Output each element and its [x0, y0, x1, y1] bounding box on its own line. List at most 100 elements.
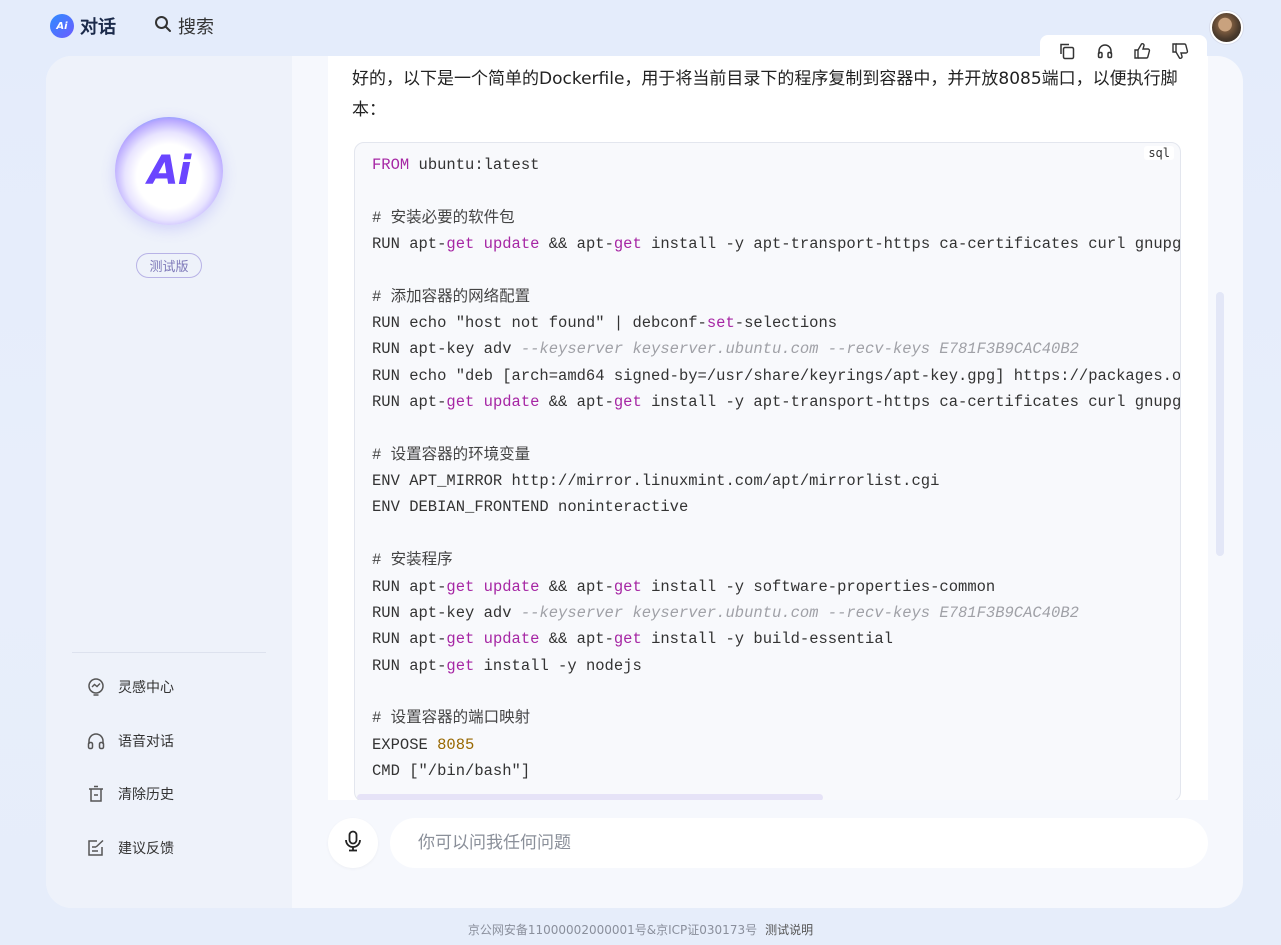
code-token: update: [483, 235, 540, 254]
code-token: # 设置容器的环境变量: [372, 445, 531, 464]
nav-chat-label: 对话: [80, 17, 116, 38]
sidebar-item-clear-history[interactable]: 清除历史: [86, 781, 174, 807]
main-card: Ai 测试版 灵感中心 语音对话 清除历史 建议反馈 好的，以下是一个简单的Do…: [46, 56, 1243, 908]
message-actions: [1040, 35, 1207, 67]
code-line: EXPOSE 8085: [372, 732, 1180, 758]
code-line: CMD ["/bin/bash"]: [372, 758, 1180, 784]
nav-chat[interactable]: Ai 对话: [50, 12, 116, 40]
code-token: -selections: [734, 314, 838, 333]
code-token: get: [613, 630, 642, 649]
search-icon: [154, 15, 172, 37]
code-token: ENV DEBIAN_FRONTEND noninteractive: [372, 498, 689, 517]
code-line: # 安装程序: [372, 547, 1180, 573]
code-token: 8085: [437, 735, 475, 754]
chat-input[interactable]: [390, 818, 1208, 868]
microphone-button[interactable]: [328, 818, 378, 868]
code-token: RUN apt-: [372, 393, 447, 412]
code-token: RUN echo "deb [arch=amd64 signed-by=/usr…: [372, 366, 1181, 385]
code-line: # 设置容器的端口映射: [372, 705, 1180, 731]
code-token: # 安装程序: [372, 551, 453, 570]
vertical-scrollbar[interactable]: [1216, 292, 1224, 556]
code-token: get: [446, 656, 475, 675]
horizontal-scrollbar[interactable]: [357, 794, 823, 800]
copy-icon[interactable]: [1056, 40, 1078, 62]
code-token: update: [483, 393, 540, 412]
code-token: install -y nodejs: [474, 656, 642, 675]
code-token: # 添加容器的网络配置: [372, 287, 531, 306]
ai-logo-icon: Ai: [50, 14, 74, 38]
sidebar-item-inspiration[interactable]: 灵感中心: [86, 674, 174, 700]
code-token: && apt-: [539, 235, 614, 254]
sidebar-item-feedback[interactable]: 建议反馈: [86, 835, 174, 861]
code-token: install -y software-properties-common: [641, 577, 996, 596]
feedback-icon: [86, 838, 106, 858]
code-line: # 添加容器的网络配置: [372, 284, 1180, 310]
code-token: RUN apt-: [372, 656, 447, 675]
icp-license-text: 京公网安备11000002000001号&京ICP证030173号: [467, 923, 758, 937]
sidebar-item-voice-chat[interactable]: 语音对话: [86, 728, 174, 754]
code-token: install -y apt-transport-https ca-certif…: [651, 235, 1181, 254]
headphones-icon: [86, 731, 106, 751]
code-token: ENV APT_MIRROR http://mirror.linuxmint.c…: [372, 472, 940, 491]
code-line: RUN apt-key adv --keyserver keyserver.ub…: [372, 336, 1180, 362]
answer-text: 好的，以下是一个简单的Dockerfile，用于将当前目录下的程序复制到容器中，…: [352, 69, 1178, 120]
nav-search[interactable]: 搜索: [154, 12, 214, 40]
code-token: set: [706, 314, 735, 333]
code-line: FROM ubuntu:latest: [372, 152, 1180, 178]
code-line: RUN echo "deb [arch=amd64 signed-by=/usr…: [372, 363, 1181, 389]
thumbs-up-icon[interactable]: [1131, 40, 1153, 62]
test-notes-link[interactable]: 测试说明: [765, 923, 813, 937]
code-token: # 设置容器的端口映射: [372, 709, 531, 728]
lightbulb-icon: [86, 677, 106, 697]
code-line: ENV APT_MIRROR http://mirror.linuxmint.c…: [372, 468, 1180, 494]
code-token: get: [446, 577, 475, 596]
code-line: RUN apt-key adv --keyserver keyserver.ub…: [372, 600, 1180, 626]
code-token: RUN apt-: [372, 577, 447, 596]
code-line: # 安装必要的软件包: [372, 205, 1180, 231]
sidebar-divider: [72, 652, 266, 653]
sidebar-item-label: 语音对话: [118, 733, 174, 750]
code-token: EXPOSE: [372, 735, 438, 754]
beta-badge: 测试版: [136, 253, 202, 278]
code-block[interactable]: sql FROM ubuntu:latest # 安装必要的软件包 RUN apt…: [354, 142, 1181, 800]
code-token: RUN apt-: [372, 630, 447, 649]
footer: 京公网安备11000002000001号&京ICP证030173号 测试说明: [0, 921, 1281, 938]
code-line: RUN apt-get install -y nodejs: [372, 653, 1180, 679]
chat-area[interactable]: 好的，以下是一个简单的Dockerfile，用于将当前目录下的程序复制到容器中，…: [328, 56, 1208, 800]
code-line: ENV DEBIAN_FRONTEND noninteractive: [372, 494, 1180, 520]
assistant-logo: Ai: [115, 117, 223, 225]
headphones-icon[interactable]: [1094, 40, 1116, 62]
code-token: update: [483, 577, 540, 596]
code-token: install -y apt-transport-https ca-certif…: [651, 393, 1181, 412]
sidebar-item-label: 清除历史: [118, 787, 174, 803]
code-token: && apt-: [539, 630, 614, 649]
code-token: && apt-: [539, 577, 614, 596]
sidebar: Ai 测试版 灵感中心 语音对话 清除历史 建议反馈: [46, 56, 292, 908]
code-token: get: [613, 235, 642, 254]
code-token: RUN apt-key adv: [372, 603, 521, 622]
trash-icon: [86, 784, 106, 804]
code-lines: FROM ubuntu:latest # 安装必要的软件包 RUN apt-get…: [372, 152, 1181, 784]
code-token: # 安装必要的软件包: [372, 208, 515, 227]
code-line: RUN echo "host not found" | debconf-set-…: [372, 310, 1180, 336]
code-token: RUN apt-key adv: [372, 340, 521, 359]
code-line: RUN apt-get update && apt-get install -y…: [372, 626, 1180, 652]
code-token: get: [613, 393, 642, 412]
code-token: RUN echo "host not found" | debconf-: [372, 314, 707, 333]
code-token: && apt-: [539, 393, 614, 412]
code-line: RUN apt-get update && apt-get install -y…: [372, 389, 1181, 415]
user-avatar[interactable]: [1210, 11, 1243, 44]
code-token: get: [446, 630, 475, 649]
code-token: --keyserver keyserver.ubuntu.com --recv-…: [520, 603, 1079, 622]
thumbs-down-icon[interactable]: [1169, 40, 1191, 62]
code-line: RUN apt-get update && apt-get install -y…: [372, 574, 1180, 600]
code-token: get: [613, 577, 642, 596]
